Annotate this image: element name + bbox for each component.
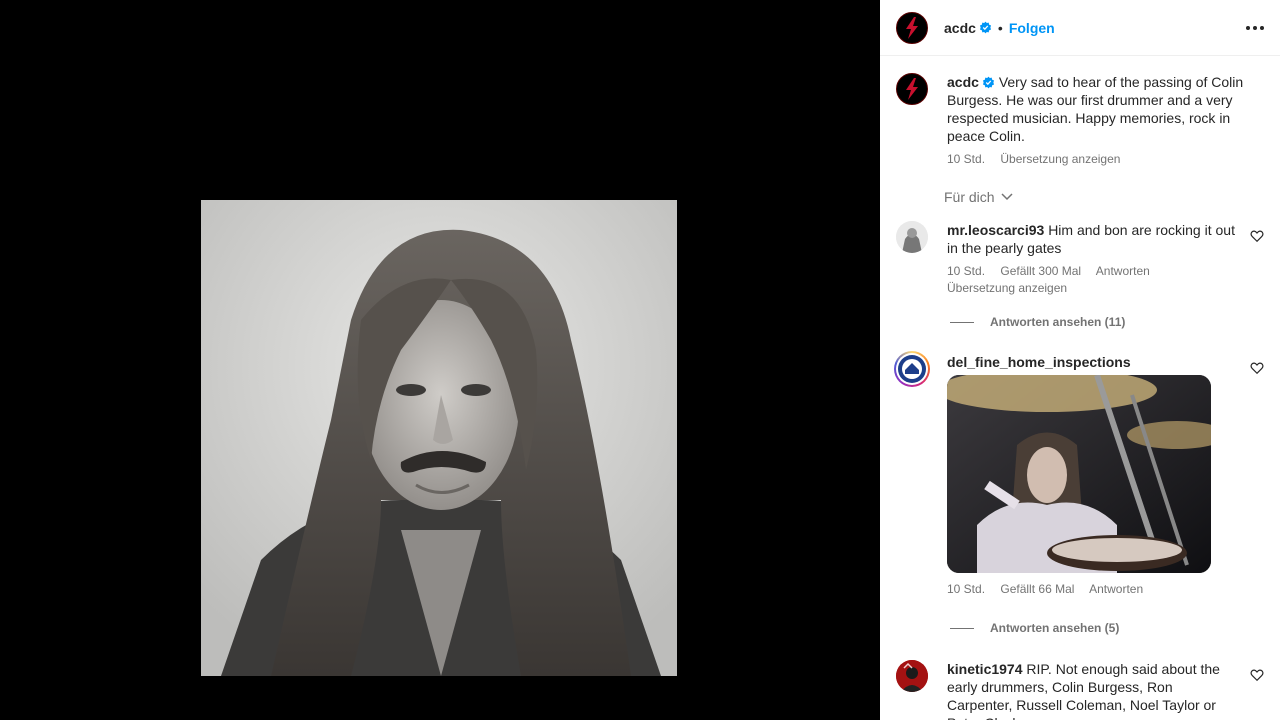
commenter-avatar[interactable] xyxy=(896,221,928,253)
comment-likes[interactable]: Gefällt 66 Mal xyxy=(1000,582,1074,596)
post-photo[interactable] xyxy=(201,200,677,676)
post-media-pane xyxy=(0,0,880,720)
comment-username[interactable]: kinetic1974 xyxy=(947,661,1023,677)
comment-translate-row: Übersetzung anzeigen xyxy=(947,280,1236,296)
view-replies-label: Antworten ansehen (11) xyxy=(990,315,1126,329)
verified-badge-icon xyxy=(982,76,994,89)
comment-row: kinetic1974 RIP. Not enough said about t… xyxy=(896,660,1264,720)
comments-list: acdc Very sad to hear of the passing of … xyxy=(880,57,1280,720)
comment-row: del_fine_home_inspections 10 Std. Gefäll… xyxy=(894,351,1264,613)
heart-icon[interactable] xyxy=(1250,229,1264,243)
avatar-photo xyxy=(896,660,928,692)
commenter-avatar[interactable] xyxy=(896,660,928,692)
caption-time[interactable]: 10 Std. xyxy=(947,152,985,166)
comment-username[interactable]: mr.leoscarci93 xyxy=(947,222,1044,238)
view-replies-line xyxy=(950,627,974,629)
view-replies-line xyxy=(950,321,974,323)
comment-meta: 10 Std. Gefällt 300 Mal Antworten xyxy=(947,263,1236,279)
comment-time[interactable]: 10 Std. xyxy=(947,264,985,278)
acdc-logo-icon xyxy=(906,78,918,100)
caption-avatar[interactable] xyxy=(896,73,928,105)
caption-username[interactable]: acdc xyxy=(947,74,979,90)
comment-body: kinetic1974 RIP. Not enough said about t… xyxy=(947,660,1236,720)
heart-icon[interactable] xyxy=(1250,361,1264,375)
reply-button[interactable]: Antworten xyxy=(1096,264,1150,278)
comment-meta: 10 Std. Gefällt 66 Mal Antworten xyxy=(947,581,1236,597)
comment-time[interactable]: 10 Std. xyxy=(947,582,985,596)
avatar-photo xyxy=(896,221,928,253)
more-options-icon[interactable] xyxy=(1246,20,1264,36)
author-username[interactable]: acdc xyxy=(944,20,976,36)
heart-icon[interactable] xyxy=(1250,668,1264,682)
view-replies-button[interactable]: Antworten ansehen (5) xyxy=(950,621,1119,635)
comment-filter-dropdown[interactable]: Für dich xyxy=(944,189,1013,205)
avatar-photo xyxy=(896,353,928,385)
verified-badge-icon xyxy=(979,21,991,34)
comment-gif[interactable] xyxy=(947,375,1211,573)
follow-button[interactable]: Folgen xyxy=(1009,20,1055,36)
caption-meta: 10 Std. Übersetzung anzeigen xyxy=(947,151,1264,167)
acdc-logo-icon xyxy=(906,16,918,39)
caption-translate-link[interactable]: Übersetzung anzeigen xyxy=(1000,152,1120,166)
drummer-gif-image xyxy=(947,375,1211,573)
post-side-panel: acdc • Folgen acdc Very sad to hear of t… xyxy=(880,0,1280,720)
comment-username[interactable]: del_fine_home_inspections xyxy=(947,354,1131,370)
comment-body: mr.leoscarci93 Him and bon are rocking i… xyxy=(947,221,1236,296)
comment-filter-label: Für dich xyxy=(944,189,995,205)
comment-meta-wrapper: 10 Std. Gefällt 66 Mal Antworten xyxy=(947,581,1236,597)
reply-button[interactable]: Antworten xyxy=(1089,582,1143,596)
commenter-avatar[interactable] xyxy=(894,351,930,387)
chevron-down-icon xyxy=(1001,193,1013,201)
header-separator: • xyxy=(997,19,1003,36)
comment-body: del_fine_home_inspections xyxy=(947,353,1236,371)
author-avatar[interactable] xyxy=(896,11,928,44)
post-header: acdc • Folgen xyxy=(880,0,1280,56)
caption-body: acdc Very sad to hear of the passing of … xyxy=(947,73,1264,167)
caption-row: acdc Very sad to hear of the passing of … xyxy=(896,73,1264,173)
view-replies-button[interactable]: Antworten ansehen (11) xyxy=(950,315,1125,329)
view-replies-label: Antworten ansehen (5) xyxy=(990,621,1120,635)
comment-translate-link[interactable]: Übersetzung anzeigen xyxy=(947,281,1067,295)
comment-likes[interactable]: Gefällt 300 Mal xyxy=(1000,264,1081,278)
